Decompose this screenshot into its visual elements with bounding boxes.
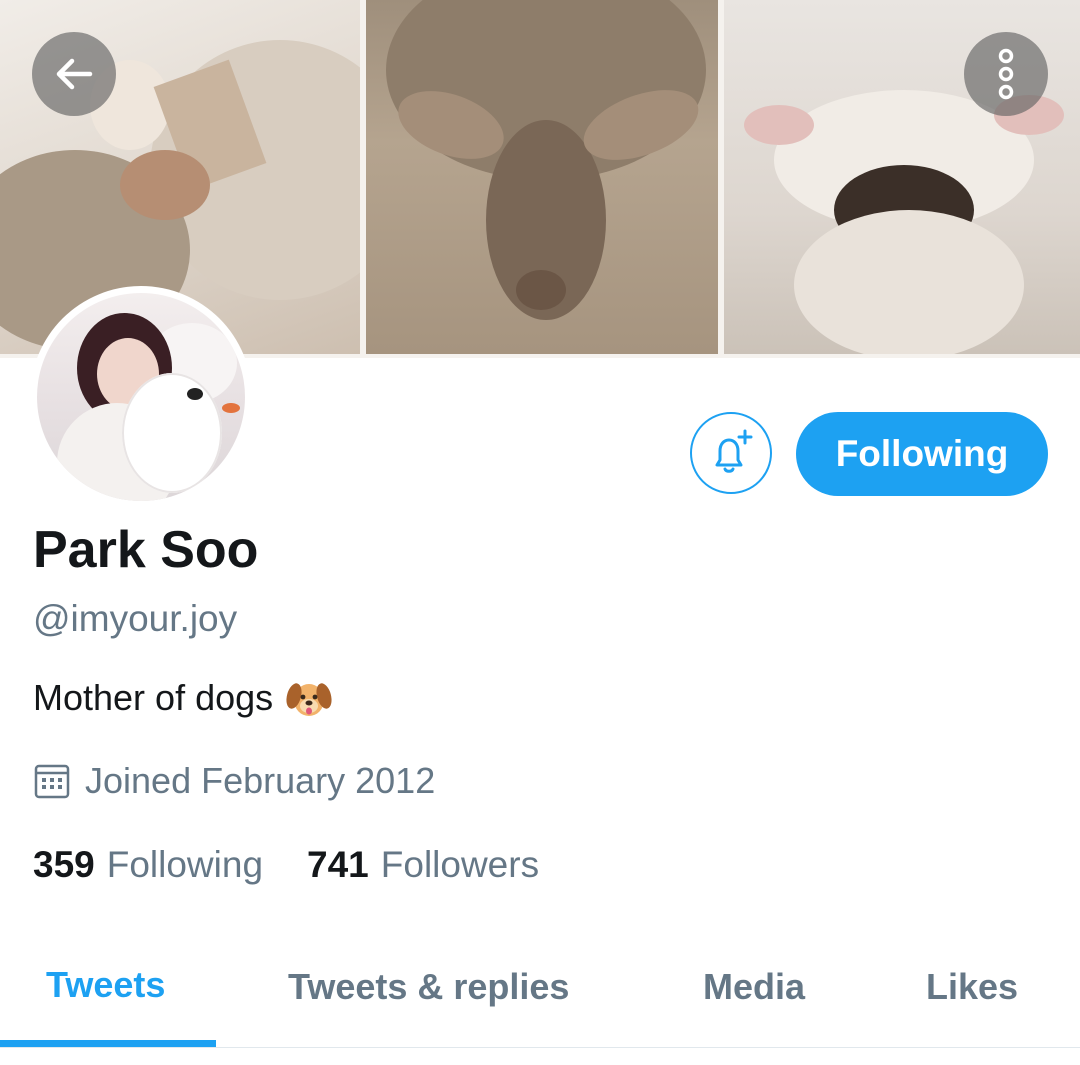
notifications-toggle-button[interactable]	[690, 412, 772, 494]
profile-avatar[interactable]	[30, 286, 252, 508]
tab-media[interactable]: Media	[703, 966, 805, 1008]
more-options-button[interactable]	[964, 32, 1048, 116]
banner-photo-dog-in-blanket	[366, 0, 718, 354]
bell-plus-icon	[715, 429, 753, 473]
join-date: Joined February 2012	[33, 760, 435, 802]
more-vertical-icon	[998, 48, 1014, 100]
tab-likes[interactable]: Likes	[926, 966, 1018, 1008]
avatar-photo	[37, 293, 245, 501]
followers-label: Followers	[380, 844, 540, 885]
tabs-divider	[0, 1047, 1080, 1048]
profile-tabs: Tweets Tweets & replies Media Likes	[0, 940, 1080, 1048]
profile-bio: Mother of dogs	[33, 676, 333, 720]
following-count: 359	[33, 844, 95, 885]
followers-count: 741	[307, 844, 369, 885]
following-label: Following	[106, 844, 264, 885]
following-button[interactable]: Following	[796, 412, 1048, 496]
back-arrow-icon	[56, 58, 93, 90]
calendar-icon	[34, 764, 70, 799]
following-stat[interactable]: 359 Following	[33, 844, 263, 886]
bio-text: Mother of dogs	[33, 677, 274, 718]
profile-handle: @imyour.joy	[33, 598, 238, 639]
followers-stat[interactable]: 741 Followers	[307, 844, 539, 886]
tab-tweets-and-replies[interactable]: Tweets & replies	[288, 966, 569, 1008]
dog-face-emoji	[286, 683, 332, 716]
back-button[interactable]	[32, 32, 116, 116]
follow-stats: 359 Following 741 Followers	[33, 844, 539, 886]
tab-tweets[interactable]: Tweets	[46, 964, 165, 1006]
join-date-text: Joined February 2012	[85, 760, 436, 801]
profile-name: Park Soo	[33, 521, 259, 579]
